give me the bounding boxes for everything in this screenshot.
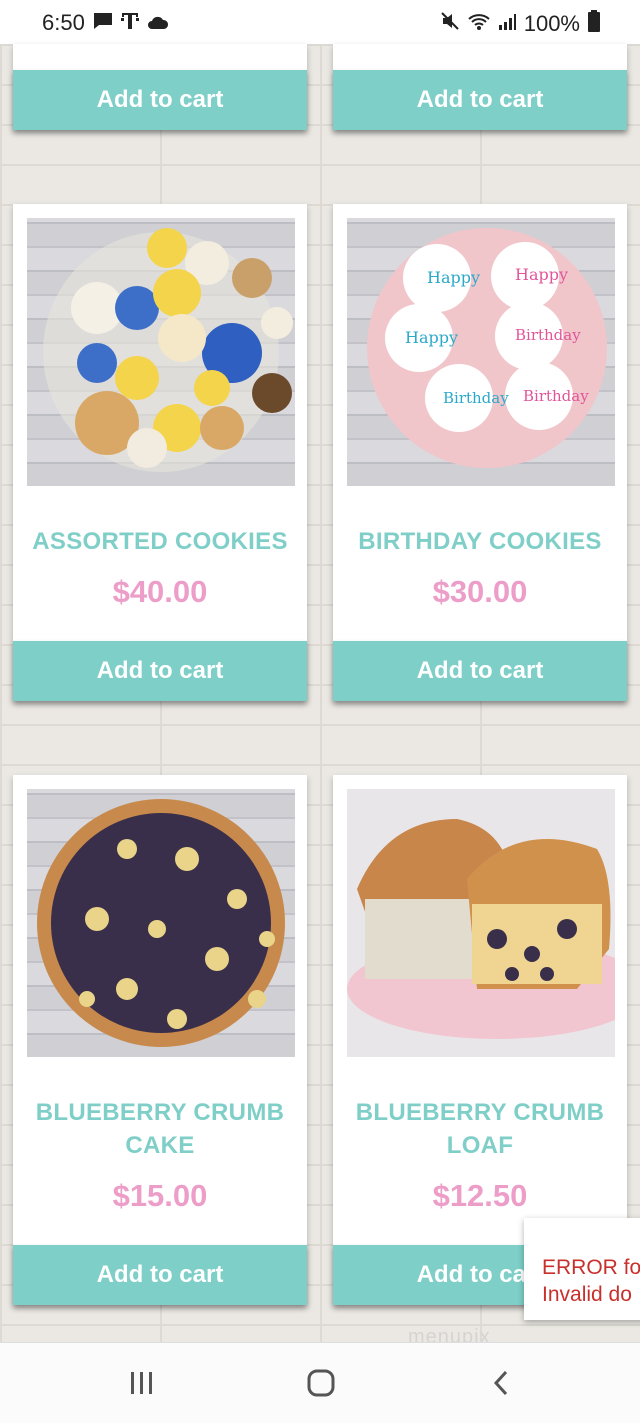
- product-image-blueberry-crumb-cake[interactable]: [27, 789, 295, 1057]
- svg-text:Happy: Happy: [427, 268, 480, 287]
- wifi-icon: [468, 11, 490, 37]
- product-image-assorted-cookies[interactable]: [27, 218, 295, 486]
- product-card-partial-left: Add to cart: [13, 44, 307, 130]
- product-title[interactable]: BLUEBERRY CRUMB LOAF: [333, 1096, 627, 1162]
- svg-text:Birthday: Birthday: [443, 389, 509, 407]
- recent-apps-icon: [131, 1372, 152, 1394]
- clock: 6:50: [42, 10, 85, 35]
- message-icon: [93, 10, 113, 36]
- product-price: $40.00: [112, 574, 208, 609]
- product-card-blueberry-crumb-cake: BLUEBERRY CRUMB CAKE $15.00 Add to cart: [13, 775, 307, 1305]
- error-line-2: Invalid do: [542, 1283, 632, 1306]
- product-price: $15.00: [112, 1178, 208, 1213]
- product-title[interactable]: BIRTHDAY COOKIES: [333, 525, 627, 558]
- status-bar: 6:50 100%: [0, 0, 640, 44]
- recent-apps-button[interactable]: [112, 1361, 172, 1405]
- signal-icon: [498, 11, 516, 37]
- product-card-birthday-cookies: Happy Happy Happy Birthday Birthday Birt…: [333, 204, 627, 701]
- svg-text:Happy: Happy: [515, 265, 568, 284]
- battery-icon: [588, 10, 600, 38]
- battery-level: 100%: [523, 11, 580, 36]
- error-toast[interactable]: ERROR fo Invalid do: [524, 1218, 640, 1320]
- add-to-cart-button[interactable]: Add to cart: [333, 641, 627, 701]
- cloud-icon: [147, 10, 169, 36]
- add-to-cart-button[interactable]: Add to cart: [13, 70, 307, 130]
- svg-text:Birthday: Birthday: [523, 387, 589, 405]
- error-line-1: ERROR fo: [542, 1256, 640, 1279]
- add-to-cart-button[interactable]: Add to cart: [333, 70, 627, 130]
- back-button[interactable]: [471, 1361, 531, 1405]
- svg-text:Birthday: Birthday: [515, 326, 581, 344]
- product-title[interactable]: ASSORTED COOKIES: [13, 525, 307, 558]
- product-image-birthday-cookies[interactable]: Happy Happy Happy Birthday Birthday Birt…: [347, 218, 615, 486]
- home-icon: [307, 1369, 335, 1397]
- product-card-assorted-cookies: ASSORTED COOKIES $40.00 Add to cart: [13, 204, 307, 701]
- product-card-partial-right: Add to cart: [333, 44, 627, 130]
- back-icon: [493, 1370, 508, 1396]
- product-price: $30.00: [432, 574, 528, 609]
- add-to-cart-button[interactable]: Add to cart: [13, 641, 307, 701]
- add-to-cart-button[interactable]: Add to cart: [13, 1245, 307, 1305]
- product-title[interactable]: BLUEBERRY CRUMB CAKE: [13, 1096, 307, 1162]
- svg-text:Happy: Happy: [405, 328, 458, 347]
- product-price: $12.50: [432, 1178, 528, 1213]
- home-button[interactable]: [291, 1361, 351, 1405]
- navigation-bar: [0, 1342, 640, 1423]
- product-image-blueberry-crumb-loaf[interactable]: [347, 789, 615, 1057]
- carrier-t-icon: [120, 11, 139, 36]
- mute-icon: [440, 11, 460, 37]
